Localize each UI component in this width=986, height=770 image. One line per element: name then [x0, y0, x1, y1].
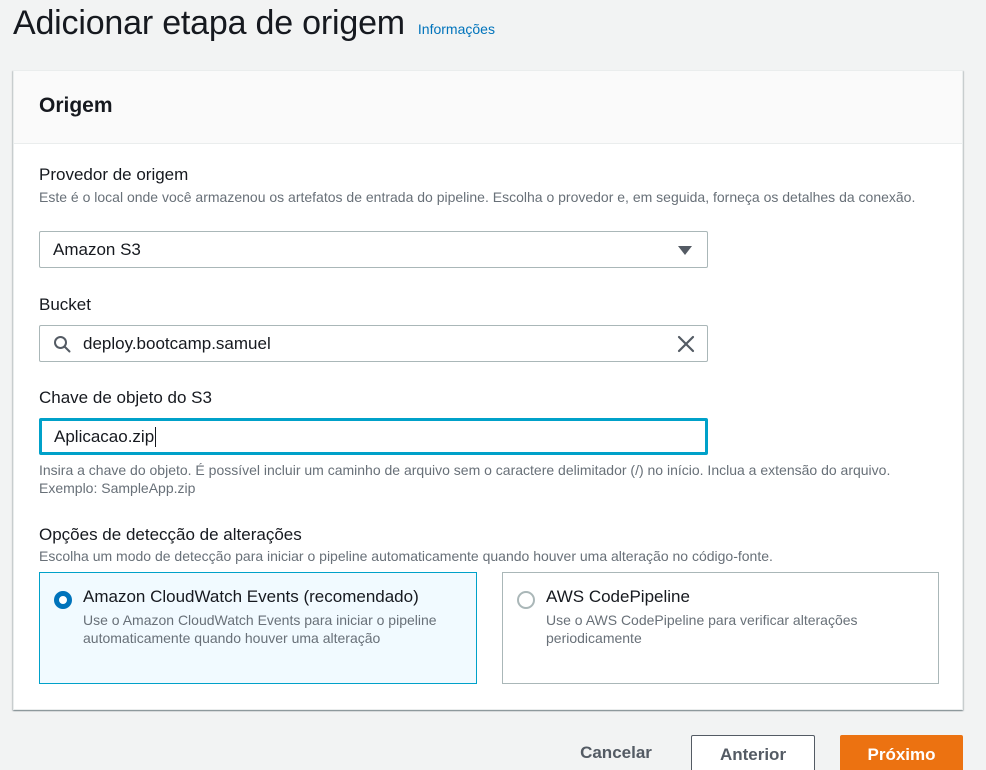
object-key-label: Chave de objeto do S3 — [39, 388, 212, 407]
option-description: Use o Amazon CloudWatch Events para inic… — [83, 612, 437, 646]
object-key-input[interactable]: Aplicacao.zip — [39, 418, 708, 455]
radio-checked-icon[interactable] — [54, 591, 72, 609]
close-icon[interactable] — [677, 335, 695, 353]
source-panel: Origem Provedor de origem Este é o local… — [13, 70, 963, 710]
next-button[interactable]: Próximo — [840, 735, 963, 770]
page-title: Adicionar etapa de origem — [13, 4, 405, 42]
info-link[interactable]: Informações — [418, 21, 495, 37]
detection-option-cloudwatch[interactable]: Amazon CloudWatch Events (recomendado) U… — [39, 572, 477, 684]
provider-selected-value: Amazon S3 — [53, 239, 141, 259]
bucket-label: Bucket — [39, 295, 91, 314]
option-title: Amazon CloudWatch Events (recomendado) — [83, 587, 419, 606]
provider-label: Provedor de origem — [39, 165, 189, 184]
wizard-actions: Cancelar Anterior Próximo — [0, 735, 986, 770]
option-description: Use o AWS CodePipeline para verificar al… — [546, 612, 858, 646]
detection-description: Escolha um modo de detecção para iniciar… — [39, 548, 773, 564]
detection-label: Opções de detecção de alterações — [39, 525, 302, 544]
page-header: Adicionar etapa de origem Informações — [13, 4, 495, 43]
panel-title: Origem — [39, 94, 113, 117]
bucket-search-input[interactable]: deploy.bootcamp.samuel — [39, 325, 708, 362]
bucket-value: deploy.bootcamp.samuel — [83, 333, 271, 353]
detection-option-codepipeline[interactable]: AWS CodePipeline Use o AWS CodePipeline … — [502, 572, 939, 684]
caret-down-icon — [678, 246, 692, 255]
provider-select[interactable]: Amazon S3 — [39, 231, 708, 268]
previous-button[interactable]: Anterior — [691, 735, 815, 770]
panel-header: Origem — [14, 71, 962, 144]
search-icon — [54, 336, 71, 353]
cancel-button[interactable]: Cancelar — [573, 735, 659, 770]
option-title: AWS CodePipeline — [546, 587, 690, 606]
provider-description: Este é o local onde você armazenou os ar… — [39, 189, 916, 205]
object-key-hint: Insira a chave do objeto. É possível inc… — [39, 462, 891, 496]
radio-unchecked-icon[interactable] — [517, 591, 535, 609]
text-cursor — [155, 426, 157, 447]
object-key-value: Aplicacao.zip — [54, 426, 155, 446]
